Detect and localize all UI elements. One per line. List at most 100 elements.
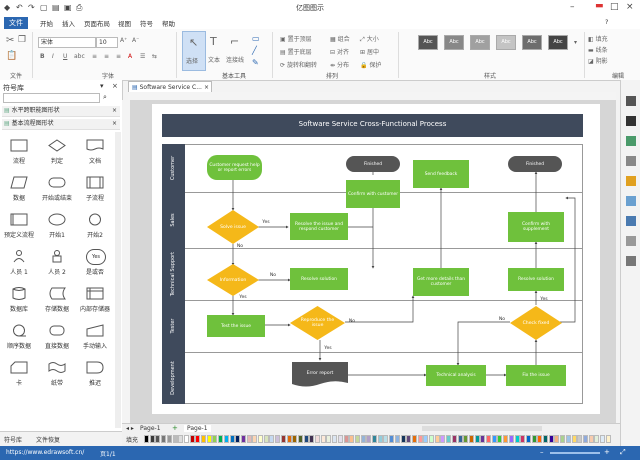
color-swatch[interactable] (577, 435, 583, 443)
color-swatch[interactable] (543, 435, 548, 443)
node-send-feedback[interactable]: Send feedback (413, 160, 469, 188)
color-swatch[interactable] (263, 435, 269, 443)
node-customer-request[interactable]: Customer request help or report errors (207, 155, 262, 180)
color-swatch[interactable] (297, 435, 303, 443)
node-technical-analysis[interactable]: Technical analysis (426, 365, 486, 386)
zoom-out-icon[interactable]: – (540, 448, 544, 456)
layer-panel-icon[interactable] (626, 196, 636, 206)
node-finished-2[interactable]: Finished (508, 156, 562, 172)
fit-page-icon[interactable]: ⤢ (620, 448, 626, 457)
color-swatch[interactable] (246, 435, 252, 443)
shadow-panel-icon[interactable] (626, 156, 636, 166)
node-resolve-solution-2[interactable]: Resolve solution (508, 268, 564, 291)
color-swatch[interactable] (360, 435, 366, 443)
color-swatch[interactable] (178, 435, 184, 443)
color-swatch[interactable] (280, 435, 286, 443)
color-swatch[interactable] (269, 435, 275, 443)
color-swatch[interactable] (468, 435, 474, 443)
page-tab-active[interactable]: Page-1 (184, 425, 211, 432)
color-swatch[interactable] (440, 435, 446, 443)
color-swatch[interactable] (258, 435, 263, 443)
color-swatch[interactable] (166, 435, 172, 443)
color-swatch[interactable] (531, 435, 537, 443)
color-swatch[interactable] (434, 435, 440, 443)
image-panel-icon[interactable] (626, 136, 636, 146)
color-swatch[interactable] (411, 435, 417, 443)
color-swatch[interactable] (366, 435, 372, 443)
color-swatch[interactable] (605, 435, 611, 443)
color-swatch[interactable] (195, 435, 201, 443)
color-swatch[interactable] (161, 435, 167, 443)
color-swatch[interactable] (303, 435, 309, 443)
color-swatch[interactable] (389, 435, 395, 443)
color-swatch[interactable] (337, 435, 343, 443)
node-fix-issue[interactable]: Fix the issue (506, 365, 566, 386)
color-swatch[interactable] (383, 435, 389, 443)
color-swatch[interactable] (474, 435, 480, 443)
color-swatch[interactable] (372, 435, 377, 443)
node-test-issue[interactable]: Test the issue (207, 315, 265, 337)
color-swatch[interactable] (343, 435, 349, 443)
node-confirm-supplement[interactable]: Confirm with supplement (508, 212, 564, 242)
color-swatch[interactable] (229, 435, 235, 443)
zoom-slider[interactable] (550, 452, 600, 454)
color-swatch[interactable] (172, 435, 178, 443)
color-swatch[interactable] (349, 435, 355, 443)
color-swatch[interactable] (218, 435, 224, 443)
color-swatch[interactable] (594, 435, 600, 443)
horizontal-scrollbar[interactable] (422, 426, 542, 431)
color-swatch[interactable] (571, 435, 577, 443)
color-swatch[interactable] (149, 435, 155, 443)
color-swatch[interactable] (223, 435, 229, 443)
color-swatch[interactable] (497, 435, 503, 443)
status-url[interactable]: https://www.edrawsoft.cn/ (6, 449, 84, 456)
color-swatch[interactable] (503, 435, 509, 443)
node-get-more-details[interactable]: Get more details than customer (413, 268, 469, 296)
color-swatch[interactable] (252, 435, 258, 443)
color-swatch[interactable] (463, 435, 469, 443)
color-swatch[interactable] (600, 435, 605, 443)
color-swatch[interactable] (525, 435, 531, 443)
comment-panel-icon[interactable] (626, 236, 636, 246)
color-swatch[interactable] (235, 435, 241, 443)
color-swatch[interactable] (354, 435, 360, 443)
color-swatch[interactable] (201, 435, 206, 443)
line-panel-icon[interactable] (626, 116, 636, 126)
color-swatch[interactable] (554, 435, 560, 443)
node-resolve-solution-1[interactable]: Resolve solution (290, 268, 348, 290)
color-swatch[interactable] (286, 435, 292, 443)
color-swatch[interactable] (423, 435, 429, 443)
color-swatch[interactable] (309, 435, 315, 443)
color-swatch[interactable] (394, 435, 400, 443)
color-swatch[interactable] (326, 435, 332, 443)
color-swatch[interactable] (315, 435, 320, 443)
color-swatch[interactable] (491, 435, 497, 443)
color-swatch[interactable] (560, 435, 566, 443)
color-swatch[interactable] (400, 435, 406, 443)
connector[interactable] (456, 321, 510, 366)
color-swatch[interactable] (565, 435, 571, 443)
color-swatch[interactable] (240, 435, 246, 443)
navigation-panel-icon[interactable] (626, 256, 636, 266)
data-panel-icon[interactable] (626, 216, 636, 226)
color-swatch[interactable] (406, 435, 412, 443)
color-swatch[interactable] (320, 435, 326, 443)
color-swatch[interactable] (189, 435, 195, 443)
color-swatch[interactable] (155, 435, 161, 443)
color-swatch[interactable] (486, 435, 491, 443)
color-swatch[interactable] (417, 435, 423, 443)
node-confirm-customer[interactable]: Confirm with customer (346, 180, 400, 208)
node-resolve-issue[interactable]: Resolve the issue and respond customer (290, 213, 348, 240)
color-swatch[interactable] (144, 435, 149, 443)
color-swatch[interactable] (212, 435, 218, 443)
color-swatch[interactable] (206, 435, 212, 443)
color-swatch[interactable] (292, 435, 298, 443)
page-panel-icon[interactable] (626, 176, 636, 186)
color-swatch[interactable] (588, 435, 594, 443)
add-page-button[interactable]: + (172, 424, 178, 432)
color-swatch[interactable] (508, 435, 514, 443)
color-swatch[interactable] (480, 435, 486, 443)
color-swatch[interactable] (548, 435, 554, 443)
color-swatch[interactable] (377, 435, 383, 443)
color-swatch[interactable] (332, 435, 338, 443)
